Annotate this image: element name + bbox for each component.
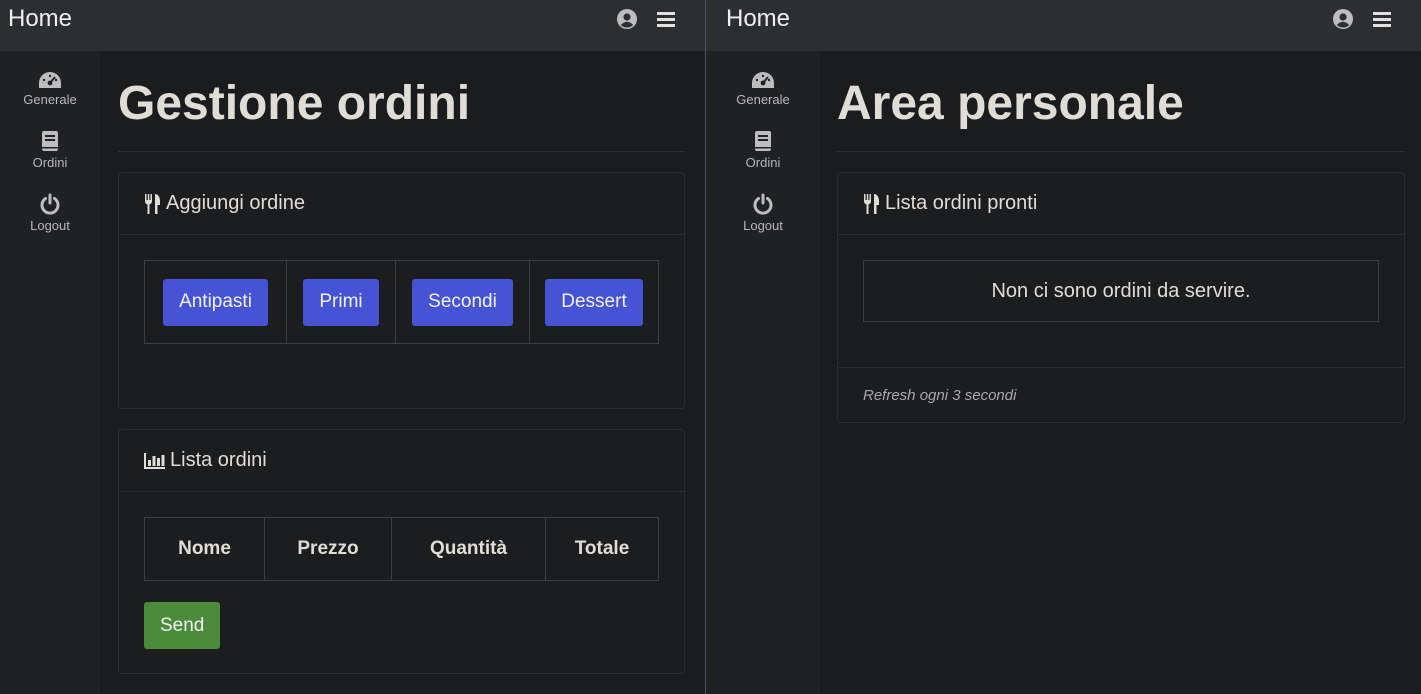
page-title: Gestione ordini <box>118 80 685 152</box>
user-circle-icon[interactable] <box>617 8 637 29</box>
sidebar-item-label: Logout <box>743 218 783 233</box>
sidebar-item-label: Ordini <box>32 155 68 170</box>
card-body: Non ci sono ordini da servire. <box>838 235 1404 367</box>
category-button-dessert[interactable]: Dessert <box>545 278 643 326</box>
navbar: Home <box>706 0 1421 51</box>
page-title: Area personale <box>837 80 1405 152</box>
navbar-icons <box>1333 8 1391 29</box>
navbar-brand[interactable]: Home <box>726 6 790 31</box>
chart-bar-icon <box>144 452 165 469</box>
sidebar: Generale Ordini Logout <box>0 51 100 694</box>
speedometer-icon <box>39 72 61 88</box>
sidebar-item-logout[interactable]: Logout <box>706 193 820 233</box>
card-title: Aggiungi ordine <box>166 192 305 214</box>
column-header-totale: Totale <box>545 517 659 581</box>
sidebar-item-generale[interactable]: Generale <box>0 71 100 107</box>
utensils-icon <box>864 193 879 214</box>
sidebar-item-generale[interactable]: Generale <box>706 71 820 107</box>
empty-orders-message: Non ci sono ordini da servire. <box>863 260 1379 322</box>
refresh-note: Refresh ogni 3 secondi <box>838 367 1404 422</box>
hamburger-menu-icon[interactable] <box>1373 11 1391 27</box>
navbar: Home <box>0 0 705 51</box>
order-list-card: Lista ordini Nome Prezzo Quantità Totale… <box>118 429 685 674</box>
category-button-antipasti[interactable]: Antipasti <box>163 278 268 326</box>
sidebar-item-label: Logout <box>30 218 70 233</box>
category-cell: Dessert <box>529 260 659 344</box>
right-window: Home Generale Ordini Logout Area persona… <box>706 0 1421 694</box>
power-icon <box>753 193 773 215</box>
card-header: Aggiungi ordine <box>119 173 684 235</box>
speedometer-icon <box>752 72 774 88</box>
navbar-brand[interactable]: Home <box>8 6 72 31</box>
sidebar-item-ordini[interactable]: Ordini <box>706 130 820 170</box>
book-icon <box>42 131 58 151</box>
left-window: Home Generale Ordini Logout Gestione ord… <box>0 0 706 694</box>
sidebar-item-logout[interactable]: Logout <box>0 193 100 233</box>
sidebar: Generale Ordini Logout <box>706 51 820 694</box>
sidebar-item-label: Generale <box>23 92 77 107</box>
orders-table: Nome Prezzo Quantità Totale <box>144 517 659 581</box>
main-content: Area personale Lista ordini pronti Non c… <box>820 51 1421 694</box>
category-cell: Antipasti <box>144 260 287 344</box>
utensils-icon <box>145 193 160 214</box>
ready-orders-card: Lista ordini pronti Non ci sono ordini d… <box>837 172 1405 423</box>
column-header-quantita: Quantità <box>391 517 546 581</box>
power-icon <box>40 193 60 215</box>
column-header-nome: Nome <box>144 517 265 581</box>
main-content: Gestione ordini Aggiungi ordine Antipast… <box>100 51 705 694</box>
sidebar-item-label: Ordini <box>745 155 781 170</box>
category-table: Antipasti Primi Secondi Dessert <box>144 260 659 344</box>
send-button[interactable]: Send <box>144 602 221 649</box>
card-body: Nome Prezzo Quantità Totale Send <box>119 492 684 673</box>
sidebar-item-ordini[interactable]: Ordini <box>0 130 100 170</box>
hamburger-menu-icon[interactable] <box>657 11 675 27</box>
category-button-secondi[interactable]: Secondi <box>412 278 513 326</box>
card-body: Antipasti Primi Secondi Dessert <box>119 235 684 408</box>
category-cell: Secondi <box>395 260 530 344</box>
sidebar-item-label: Generale <box>736 92 790 107</box>
card-header: Lista ordini pronti <box>838 173 1404 235</box>
category-button-primi[interactable]: Primi <box>303 278 379 326</box>
card-title: Lista ordini <box>170 449 267 471</box>
card-header: Lista ordini <box>119 430 684 492</box>
category-cell: Primi <box>286 260 396 344</box>
user-circle-icon[interactable] <box>1333 8 1353 29</box>
add-order-card: Aggiungi ordine Antipasti Primi Secondi … <box>118 172 685 409</box>
card-title: Lista ordini pronti <box>885 192 1038 214</box>
column-header-prezzo: Prezzo <box>264 517 392 581</box>
book-icon <box>755 131 771 151</box>
navbar-icons <box>617 8 675 29</box>
